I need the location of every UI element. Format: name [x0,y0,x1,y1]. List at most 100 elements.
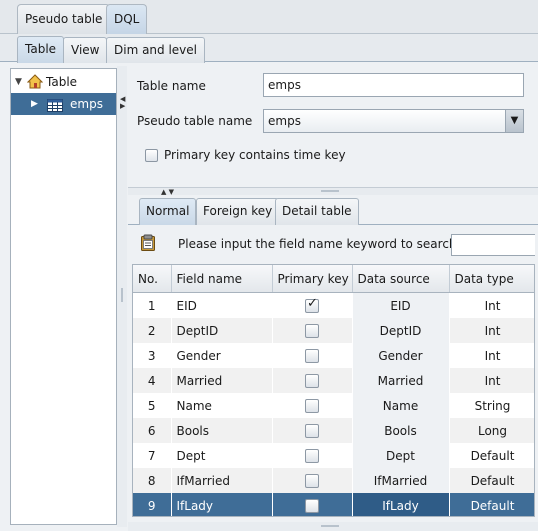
table-row[interactable]: 5 Name Name String [133,393,534,418]
data-type-cell[interactable]: Long [449,418,534,443]
top-tab-bar: Pseudo table DQL [0,0,538,34]
sub-tab-bar: Table View Dim and level [0,34,538,63]
data-source-cell[interactable]: EID [352,292,450,318]
data-type-cell[interactable]: Int [449,292,534,318]
tab-table[interactable]: Table [17,36,65,63]
field-name-cell[interactable]: IfLady [171,493,273,516]
col-header-data-type[interactable]: Data type [449,265,534,293]
primary-key-checkbox[interactable] [305,373,319,388]
row-number: 9 [133,493,172,516]
primary-key-checkbox[interactable] [305,448,319,463]
bottom-splitter[interactable] [128,522,538,531]
table-row[interactable]: 2 DeptID DeptID Int [133,318,534,343]
row-number: 6 [133,418,172,443]
col-header-no[interactable]: No. [133,265,172,293]
primary-key-cell [272,468,353,493]
tree-item-label: emps [70,97,103,111]
data-type-cell[interactable]: Default [449,468,534,493]
primary-key-cell [272,292,353,318]
clipboard-search-icon[interactable] [139,234,157,255]
data-type-cell[interactable]: Int [449,343,534,368]
table-tree: ▼ Table ▶ emps [10,68,117,525]
pk-time-label: Primary key contains time key [164,148,346,162]
table-row[interactable]: 7 Dept Dept Default [133,443,534,468]
primary-key-checkbox[interactable] [305,473,319,488]
field-name-cell[interactable]: EID [171,292,273,318]
field-name-cell[interactable]: Gender [171,343,273,368]
table-row[interactable]: 9 IfLady IfLady Default [133,493,534,516]
row-number: 3 [133,343,172,368]
splitter-grip[interactable] [321,190,339,192]
field-search-input[interactable] [451,234,535,256]
tree-root[interactable]: ▼ Table [11,71,116,93]
data-source-cell[interactable]: Bools [352,418,450,443]
col-header-field-name[interactable]: Field name [171,265,273,293]
field-name-cell[interactable]: Dept [171,443,273,468]
horizontal-splitter[interactable]: ▲ ▼ [128,187,538,196]
primary-key-cell [272,443,353,468]
data-source-cell[interactable]: Married [352,368,450,393]
tab-dql[interactable]: DQL [106,4,148,34]
pseudo-table-name-select[interactable]: emps ▼ [263,109,524,133]
tab-dim-and-level[interactable]: Dim and level [106,37,206,63]
data-type-cell[interactable]: Default [449,443,534,468]
pk-time-checkbox[interactable] [145,149,158,162]
collapse-arrow-icon[interactable]: ▼ [15,71,22,93]
table-row[interactable]: 4 Married Married Int [133,368,534,393]
splitter-up-down-icon[interactable]: ▲ ▼ [161,188,174,196]
data-source-cell[interactable]: Dept [352,443,450,468]
row-number: 7 [133,443,172,468]
table-name-input[interactable]: emps [263,73,524,97]
data-type-cell[interactable]: Default [449,493,534,516]
field-name-cell[interactable]: IfMarried [171,468,273,493]
primary-key-checkbox[interactable] [305,348,319,363]
tab-pseudo-table[interactable]: Pseudo table [17,4,111,34]
field-name-cell[interactable]: DeptID [171,318,273,343]
data-source-cell[interactable]: IfMarried [352,468,450,493]
splitter-arrows-icon[interactable]: ◀ ▶ [120,96,125,110]
table-row[interactable]: 3 Gender Gender Int [133,343,534,368]
data-type-cell[interactable]: Int [449,318,534,343]
field-name-cell[interactable]: Name [171,393,273,418]
primary-key-checkbox[interactable] [305,423,319,438]
splitter-grip[interactable] [321,525,339,527]
splitter-grip[interactable] [121,288,123,302]
expand-arrow-icon[interactable]: ▶ [31,93,38,115]
col-header-data-source[interactable]: Data source [352,265,450,293]
primary-key-checkbox[interactable] [305,498,319,513]
primary-key-checkbox[interactable] [305,296,319,313]
tab-normal[interactable]: Normal [139,198,197,225]
row-number: 1 [133,292,172,318]
primary-key-checkbox[interactable] [305,398,319,413]
table-icon [47,97,63,119]
row-number: 8 [133,468,172,493]
col-header-primary-key[interactable]: Primary key [272,265,353,293]
tab-foreign-key[interactable]: Foreign key [196,198,280,225]
row-number: 4 [133,368,172,393]
primary-key-cell [272,393,353,418]
field-tab-bar: Normal Foreign key Detail table [128,196,538,225]
primary-key-cell [272,418,353,443]
table-properties-form: Table name emps Pseudo table name emps ▼… [128,64,538,189]
table-header: No. Field name Primary key Data source D… [133,265,534,293]
primary-key-cell [272,493,353,516]
primary-key-checkbox[interactable] [305,323,319,338]
data-source-cell[interactable]: DeptID [352,318,450,343]
table-row[interactable]: 6 Bools Bools Long [133,418,534,443]
field-name-cell[interactable]: Bools [171,418,273,443]
field-name-cell[interactable]: Married [171,368,273,393]
data-source-cell[interactable]: IfLady [352,493,450,516]
row-number: 2 [133,318,172,343]
table-row[interactable]: 1EIDEIDInt [133,292,534,318]
data-source-cell[interactable]: Name [352,393,450,418]
dropdown-arrow-icon[interactable]: ▼ [505,110,523,132]
table-row[interactable]: 8 IfMarried IfMarried Default [133,468,534,493]
table-name-label: Table name [137,79,206,93]
data-type-cell[interactable]: String [449,393,534,418]
vertical-splitter[interactable]: ◀ ▶ [117,66,127,527]
tab-detail-table[interactable]: Detail table [275,198,359,225]
data-source-cell[interactable]: Gender [352,343,450,368]
tab-view[interactable]: View [63,37,108,63]
tree-item-emps[interactable]: ▶ emps [11,93,116,115]
data-type-cell[interactable]: Int [449,368,534,393]
